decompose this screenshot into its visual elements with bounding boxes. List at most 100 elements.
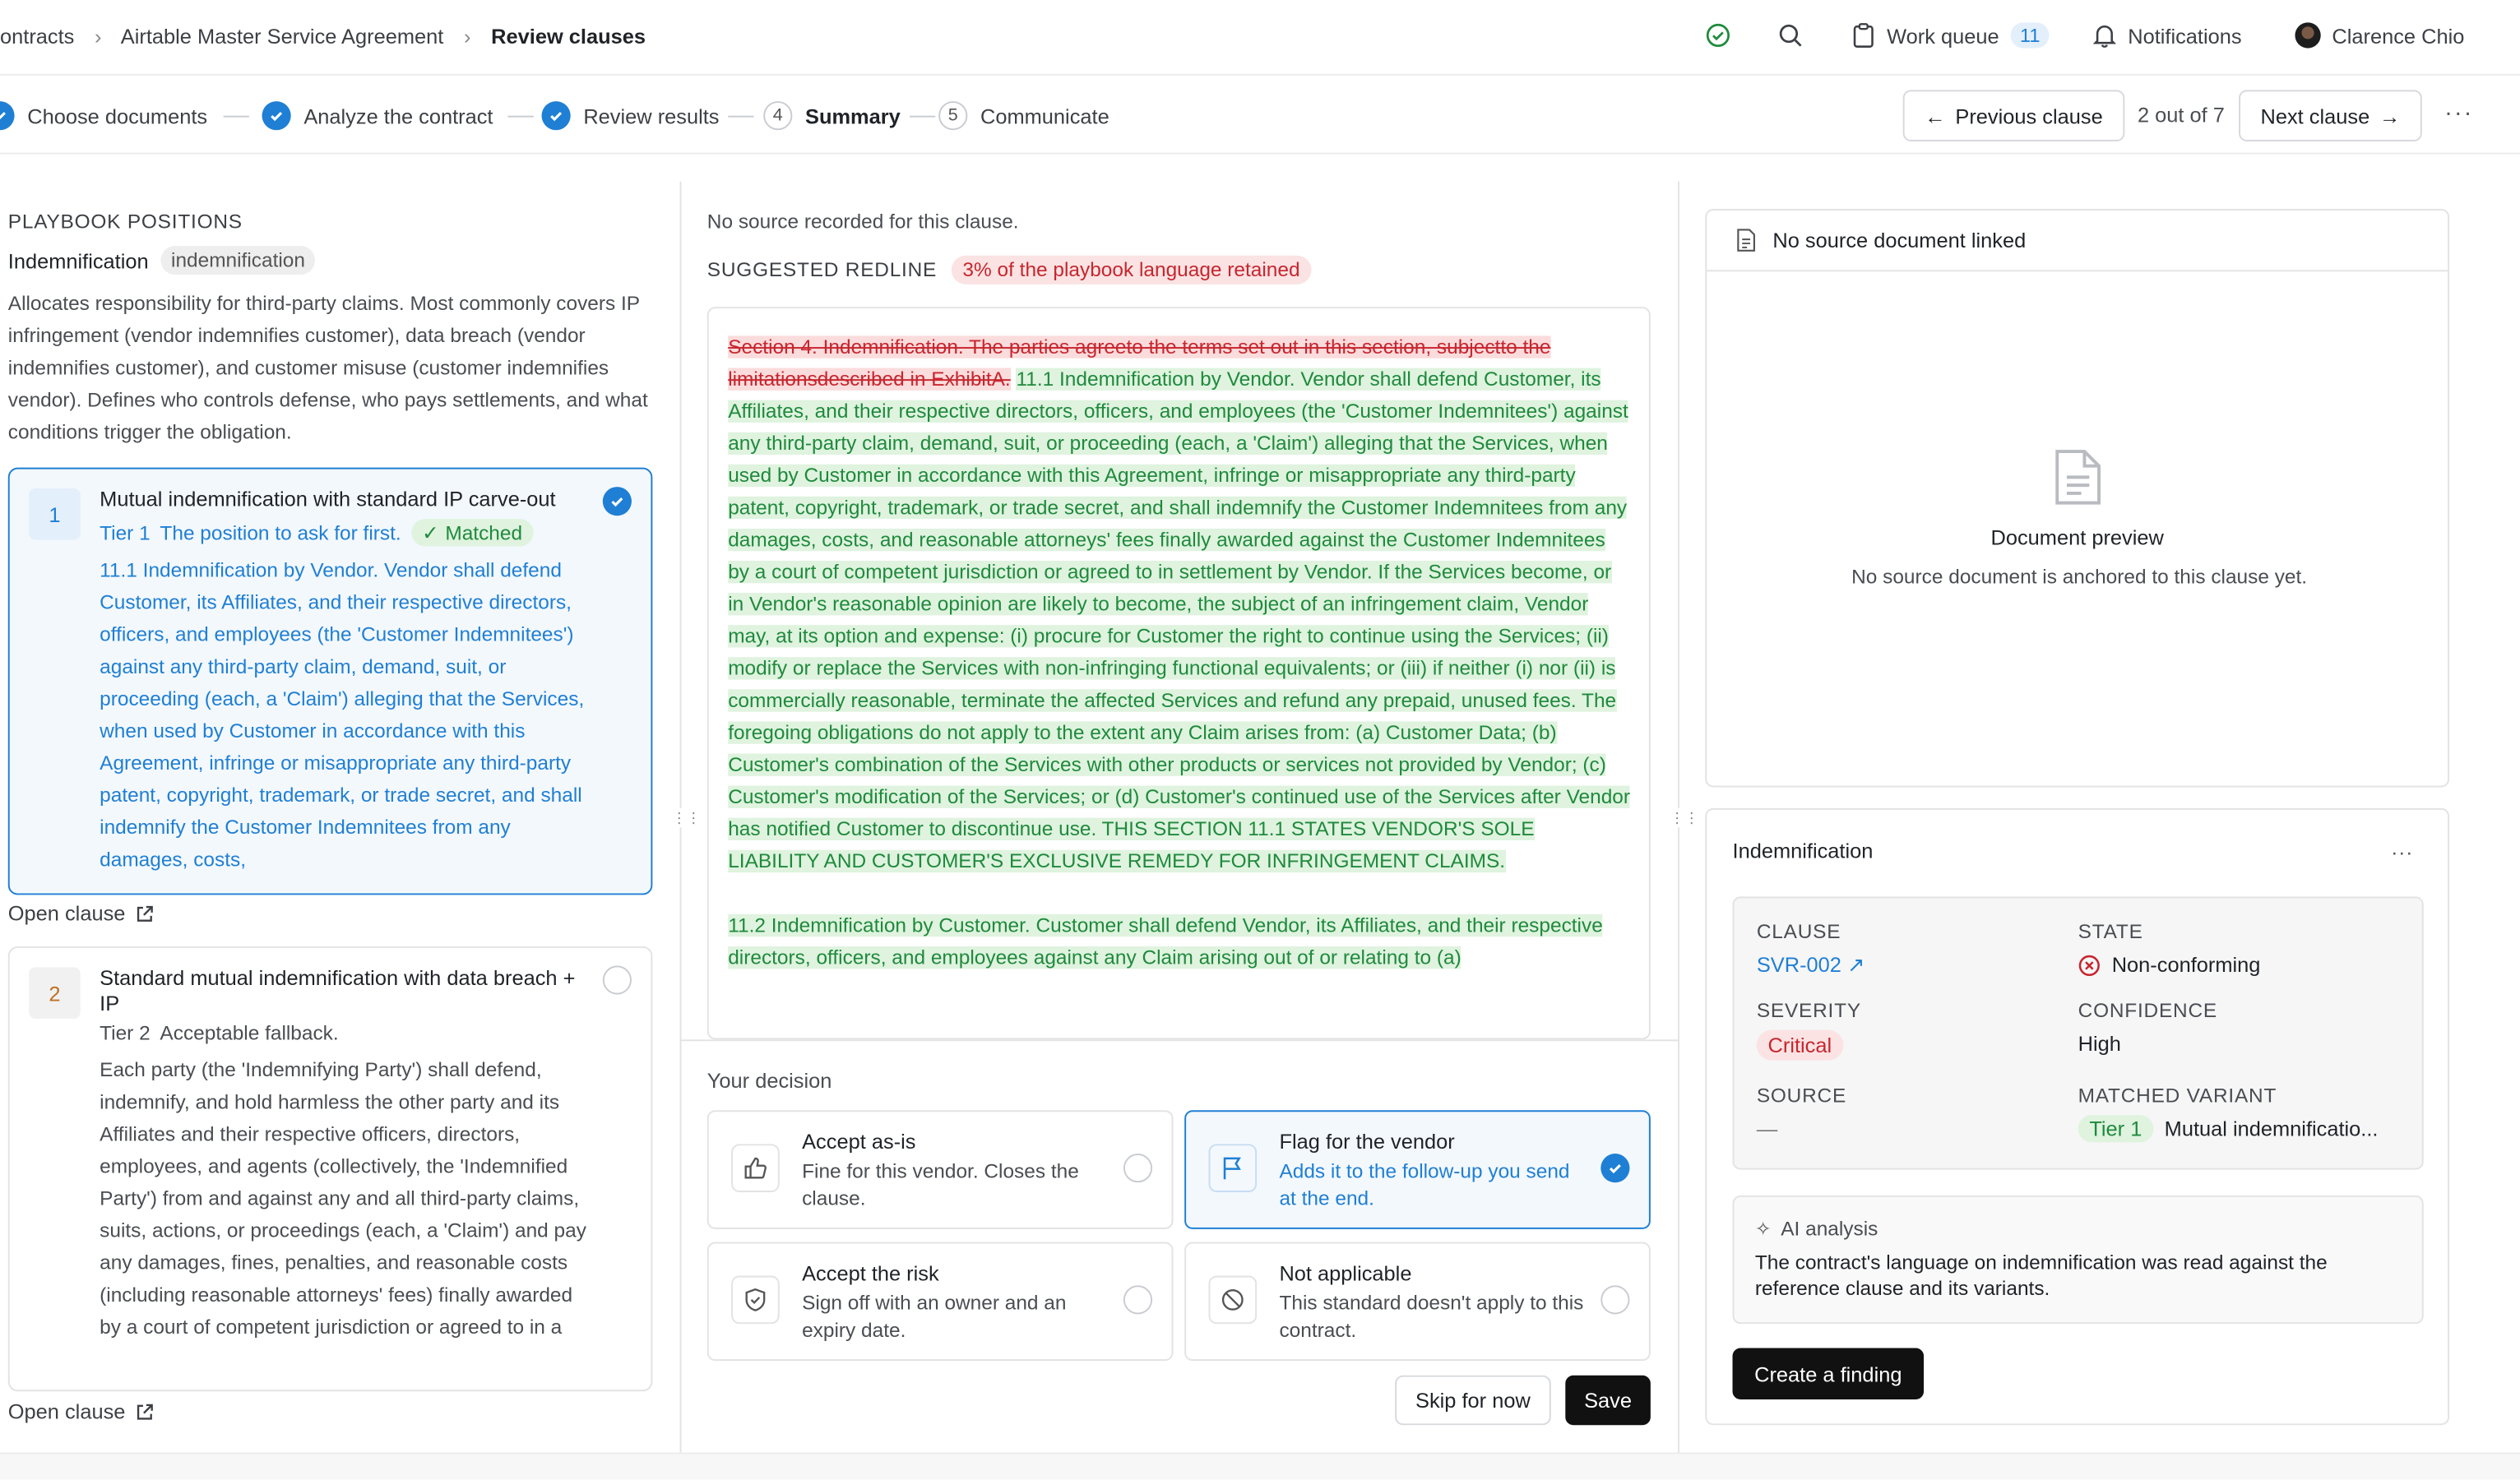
thumbs-up-icon xyxy=(731,1144,780,1192)
step-review-results[interactable]: Review results xyxy=(541,101,720,131)
search-icon[interactable] xyxy=(1777,22,1803,48)
work-queue-button[interactable]: Work queue 11 xyxy=(1851,22,2050,49)
confidence-value: High xyxy=(2078,1031,2121,1056)
step-label: Communicate xyxy=(980,104,1109,128)
step-summary[interactable]: 4 Summary xyxy=(763,101,901,131)
step-connector xyxy=(728,115,754,118)
step-analyze-contract[interactable]: Analyze the contract xyxy=(262,101,493,131)
matched-variant: Tier 1 Mutual indemnificatio... xyxy=(2078,1115,2378,1143)
next-clause-button[interactable]: Next clause → xyxy=(2239,90,2422,141)
position-tier: Tier 2 xyxy=(100,1021,151,1045)
decision-accept-as-is[interactable]: Accept as-is Fine for this vendor. Close… xyxy=(706,1110,1174,1229)
no-source-note: No source recorded for this clause. xyxy=(706,210,1019,234)
step-connector xyxy=(507,115,534,118)
position-card-1[interactable]: 1 Mutual indemnification with standard I… xyxy=(7,467,653,895)
clause-id-link[interactable]: SVR-002 ↗ xyxy=(1757,953,1865,978)
decision-not-applicable[interactable]: Not applicable This standard doesn't app… xyxy=(1184,1242,1651,1362)
breadcrumb-agreement[interactable]: Airtable Master Service Agreement xyxy=(121,24,444,48)
breadcrumb-current: Review clauses xyxy=(491,24,646,49)
avatar xyxy=(2295,22,2321,49)
resize-handle-icon[interactable]: ⋮⋮ xyxy=(1670,807,1698,828)
no-source-doc-label: No source document linked xyxy=(1772,228,2027,252)
decision-accept-risk[interactable]: Accept the risk Sign off with an owner a… xyxy=(706,1242,1174,1362)
status-check-icon[interactable] xyxy=(1705,22,1730,48)
clipboard-icon xyxy=(1853,23,1874,48)
save-button[interactable]: Save xyxy=(1565,1375,1651,1426)
clause-label: CLAUSE xyxy=(1756,920,1841,944)
ai-title: AI analysis xyxy=(1781,1218,1878,1241)
decision-title: Accept the risk xyxy=(802,1260,939,1286)
document-preview-panel: No source document linked Document previ… xyxy=(1705,209,2450,788)
external-link-icon xyxy=(137,904,153,921)
previous-clause-button[interactable]: ← Previous clause xyxy=(1902,90,2125,141)
decision-desc: Fine for this vendor. Closes the clause. xyxy=(802,1159,1079,1210)
step-communicate[interactable]: 5 Communicate xyxy=(938,101,1109,131)
more-options-icon[interactable]: ··· xyxy=(2444,99,2473,127)
decision-radio[interactable] xyxy=(1123,1154,1153,1183)
arrow-up-right-icon: ↗ xyxy=(1846,952,1865,978)
decision-desc: Adds it to the follow-up you send at the… xyxy=(1279,1159,1570,1210)
redline-box: Section 4. Indemnification. The parties … xyxy=(706,307,1651,1040)
open-clause-link[interactable]: Open clause xyxy=(8,1399,155,1423)
app-root: ontracts › Airtable Master Service Agree… xyxy=(0,0,2520,1480)
check-icon xyxy=(0,101,15,131)
decision-title: Flag for the vendor xyxy=(1279,1129,1455,1154)
clause-detail-panel: Indemnification ... CLAUSE SVR-002 ↗ STA… xyxy=(1705,807,2450,1426)
position-number: 2 xyxy=(29,967,81,1019)
severity-badge: Critical xyxy=(1756,1029,1843,1061)
position-text: 11.1 Indemnification by Vendor. Vendor s… xyxy=(100,559,585,872)
step-label: Review results xyxy=(583,104,720,128)
position-tier-note: The position to ask for first. xyxy=(160,521,401,544)
source-value: — xyxy=(1756,1117,1778,1141)
playbook-panel: PLAYBOOK POSITIONS Indemnification indem… xyxy=(0,182,680,1455)
step-number: 5 xyxy=(938,101,968,131)
clause-tag: indemnification xyxy=(161,245,315,275)
position-radio[interactable] xyxy=(602,965,632,995)
open-clause-label: Open clause xyxy=(7,901,126,926)
decision-radio[interactable] xyxy=(1600,1285,1630,1315)
breadcrumb-contracts[interactable]: ontracts xyxy=(0,24,74,48)
detail-title: Indemnification xyxy=(1732,839,1874,863)
top-bar: ontracts › Airtable Master Service Agree… xyxy=(0,0,2520,76)
position-card-2[interactable]: 2 Standard mutual indemnification with d… xyxy=(7,946,653,1392)
breadcrumb: ontracts › Airtable Master Service Agree… xyxy=(0,24,646,48)
decision-flag-for-vendor[interactable]: Flag for the vendor Adds it to the follo… xyxy=(1184,1110,1651,1229)
state-value: Non-conforming xyxy=(2111,952,2261,978)
skip-button[interactable]: Skip for now xyxy=(1395,1375,1551,1426)
ai-analysis-box: ✧ AI analysis The contract's language on… xyxy=(1732,1195,2424,1325)
x-circle-icon xyxy=(2078,954,2100,976)
user-menu[interactable]: Clarence Chio xyxy=(2295,22,2464,49)
divider xyxy=(681,1039,1679,1042)
check-icon xyxy=(262,101,291,131)
inserted-text: 11.2 Indemnification by Customer. Custom… xyxy=(728,913,1603,969)
clause-id: SVR-002 xyxy=(1756,952,1841,978)
state-field: Non-conforming xyxy=(2078,952,2261,978)
position-tier: Tier 1 xyxy=(100,521,151,544)
create-finding-button[interactable]: Create a finding xyxy=(1732,1348,1925,1400)
playbook-title: PLAYBOOK POSITIONS xyxy=(7,210,243,234)
matched-badge: ✓ Matched xyxy=(410,519,534,547)
retained-badge: 3% of the playbook language retained xyxy=(951,255,1312,284)
sparkle-icon: ✧ xyxy=(1754,1218,1772,1241)
decision-title: Your decision xyxy=(706,1068,832,1093)
step-connector xyxy=(223,115,249,118)
chevron-right-icon: › xyxy=(95,24,102,49)
flag-icon xyxy=(1208,1144,1258,1192)
open-clause-link[interactable]: Open clause xyxy=(7,901,155,926)
step-choose-documents[interactable]: Choose documents xyxy=(0,101,207,131)
decision-radio[interactable] xyxy=(1123,1285,1153,1315)
more-options-icon[interactable]: ... xyxy=(2392,835,2414,859)
footer-strip xyxy=(0,1452,2520,1480)
step-label: Summary xyxy=(805,104,901,128)
position-tier-note: Acceptable fallback. xyxy=(160,1021,339,1045)
notifications-button[interactable]: Notifications xyxy=(2092,22,2242,48)
variant-tier-badge: Tier 1 xyxy=(2078,1115,2154,1143)
arrow-right-icon: → xyxy=(2379,104,2401,128)
shield-check-icon xyxy=(731,1275,780,1325)
redline-panel: No source recorded for this clause. SUGG… xyxy=(681,182,1679,1455)
redline-text: Section 4. Indemnification. The parties … xyxy=(728,331,1631,974)
position-radio-selected[interactable] xyxy=(602,487,632,516)
detail-fields: CLAUSE SVR-002 ↗ STATE Non-conforming SE… xyxy=(1732,896,2424,1170)
decision-radio-selected[interactable] xyxy=(1600,1154,1630,1183)
severity-label: SEVERITY xyxy=(1756,999,1861,1022)
